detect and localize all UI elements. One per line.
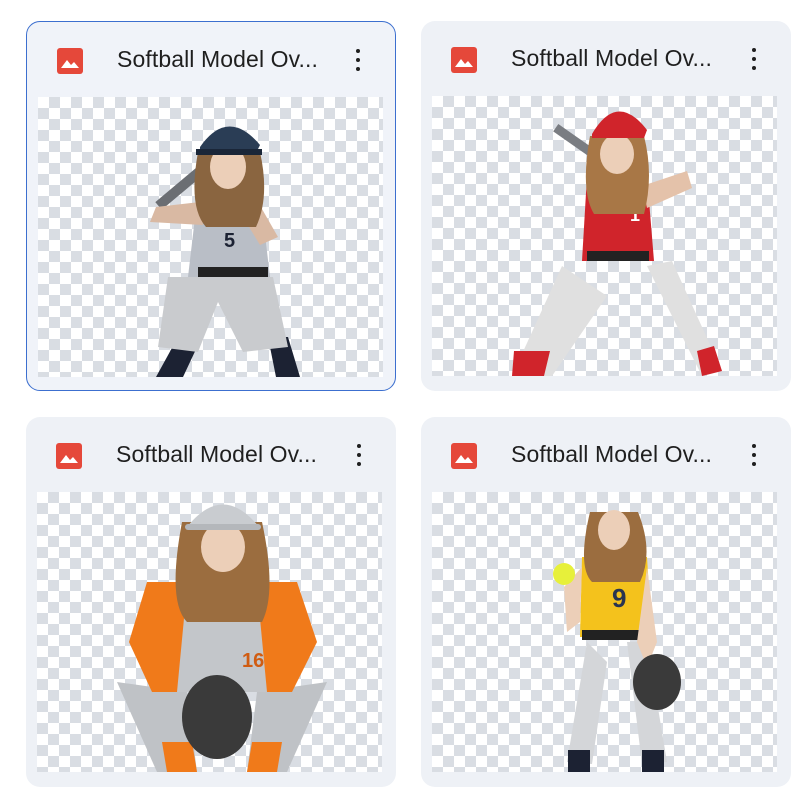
image-file-icon (451, 443, 477, 469)
image-thumbnail: 9 (432, 492, 777, 772)
jersey-number: 9 (612, 583, 626, 613)
file-title: Softball Model Ov... (511, 441, 712, 467)
file-card[interactable]: Softball Model Ov... 9 (421, 417, 791, 787)
file-card[interactable]: Softball Model Ov... 16 (26, 417, 396, 787)
image-thumbnail: 16 (37, 492, 382, 772)
file-grid: Softball Model Ov... 5 Softball Model Ov… (0, 0, 812, 800)
file-card-header: Softball Model Ov... (27, 22, 395, 100)
more-options-icon[interactable] (344, 439, 374, 471)
image-file-icon (451, 47, 477, 73)
file-title: Softball Model Ov... (117, 46, 318, 72)
more-options-icon[interactable] (739, 43, 769, 75)
more-options-icon[interactable] (739, 439, 769, 471)
jersey-number: 16 (242, 650, 264, 672)
more-options-icon[interactable] (343, 44, 373, 76)
file-card[interactable]: Softball Model Ov... 5 (26, 21, 396, 391)
jersey-number: 5 (224, 230, 235, 252)
file-title: Softball Model Ov... (116, 441, 317, 467)
file-card[interactable]: Softball Model Ov... 1 (421, 21, 791, 391)
file-card-header: Softball Model Ov... (421, 21, 791, 99)
image-thumbnail: 1 (432, 96, 777, 376)
file-card-header: Softball Model Ov... (26, 417, 396, 495)
image-file-icon (56, 443, 82, 469)
file-title: Softball Model Ov... (511, 45, 712, 71)
image-file-icon (57, 48, 83, 74)
file-card-header: Softball Model Ov... (421, 417, 791, 495)
image-thumbnail: 5 (38, 97, 383, 377)
